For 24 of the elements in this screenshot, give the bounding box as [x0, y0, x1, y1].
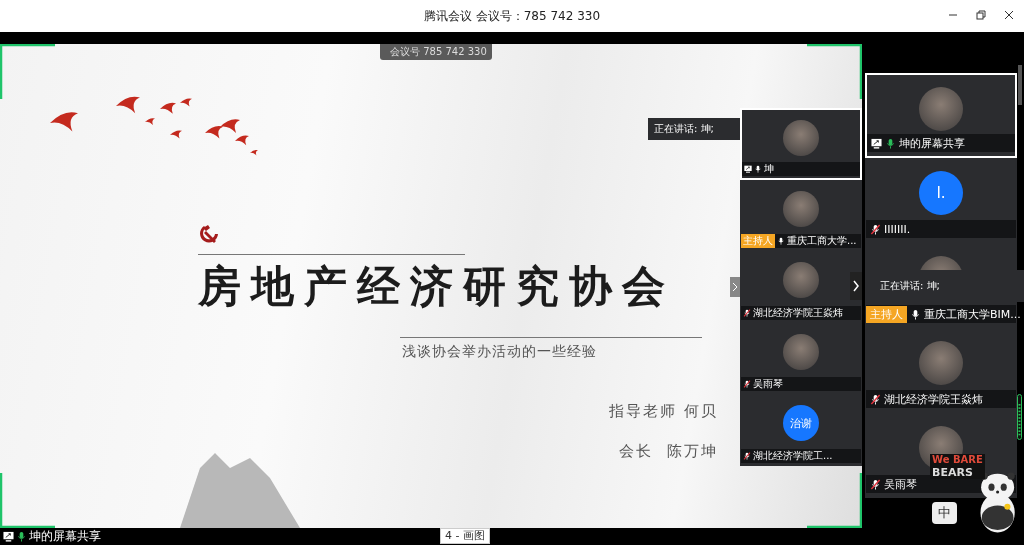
share-label: 坤的屏幕共享: [29, 528, 101, 545]
participant-name: 吴雨琴: [753, 377, 783, 391]
president-text: 会长 陈万坤: [619, 442, 718, 461]
participant-name: 湖北经济学院王焱炜: [753, 305, 843, 320]
participant-name: 坤: [764, 161, 774, 176]
participant-name: 湖北经济学院工...: [753, 448, 833, 463]
participant-name: 重庆工商大学...: [787, 234, 857, 248]
avatar-initial: I.: [919, 171, 963, 215]
participant-name: 坤的屏幕共享: [899, 135, 965, 151]
avatar-initial: 治谢: [783, 405, 819, 441]
host-badge: 主持人: [866, 305, 907, 323]
participant-name: 湖北经济学院王焱炜: [884, 391, 983, 407]
logo-text: BEARS: [930, 466, 985, 479]
slide-subtitle: 浅谈协会举办活动的一些经验: [402, 343, 597, 361]
window-title: 腾讯会议 会议号：785 742 330: [423, 7, 601, 25]
taskbar-tooltip: 4 - 画图: [440, 528, 490, 544]
slide-title: 房地产经济研究协会: [198, 260, 675, 313]
advisor-text: 指导老师 何贝: [609, 402, 718, 421]
host-badge: 主持人: [741, 234, 775, 248]
logo-text: We BARE: [930, 454, 985, 466]
participant-name: IIIIIII.: [884, 222, 911, 236]
speaking-tooltip: 正在讲话: 坤;: [648, 118, 740, 140]
participant-name: 重庆工商大学BIM...: [924, 306, 1021, 322]
participant-name: 吴雨琴: [884, 476, 917, 492]
